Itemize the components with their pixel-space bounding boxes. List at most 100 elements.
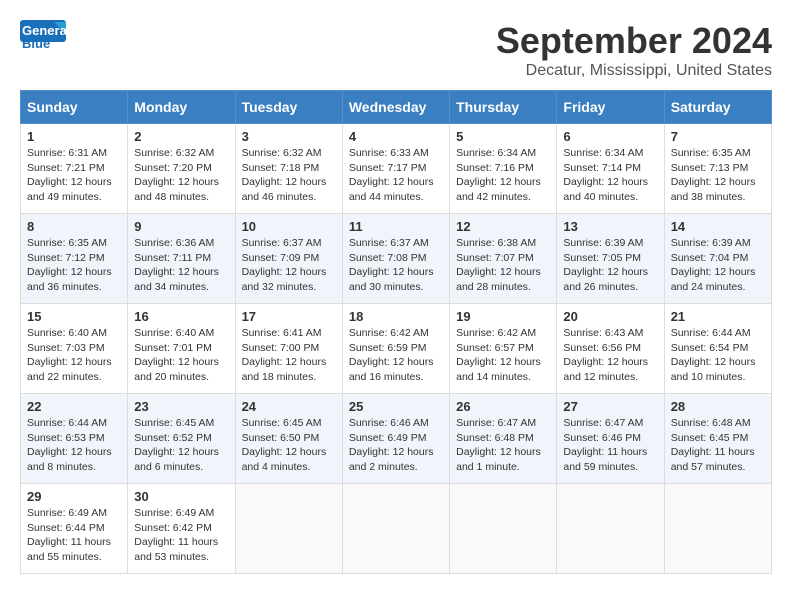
calendar-cell: 7 Sunrise: 6:35 AM Sunset: 7:13 PM Dayli… bbox=[664, 124, 771, 214]
day-number: 13 bbox=[563, 219, 657, 234]
calendar-cell bbox=[557, 484, 664, 574]
day-info: Sunrise: 6:41 AM Sunset: 7:00 PM Dayligh… bbox=[242, 326, 336, 385]
weekday-header-sunday: Sunday bbox=[21, 91, 128, 124]
calendar-cell bbox=[342, 484, 449, 574]
day-number: 27 bbox=[563, 399, 657, 414]
calendar-cell: 27 Sunrise: 6:47 AM Sunset: 6:46 PM Dayl… bbox=[557, 394, 664, 484]
calendar-cell: 30 Sunrise: 6:49 AM Sunset: 6:42 PM Dayl… bbox=[128, 484, 235, 574]
day-info: Sunrise: 6:43 AM Sunset: 6:56 PM Dayligh… bbox=[563, 326, 657, 385]
calendar-week-1: 1 Sunrise: 6:31 AM Sunset: 7:21 PM Dayli… bbox=[21, 124, 772, 214]
day-info: Sunrise: 6:44 AM Sunset: 6:53 PM Dayligh… bbox=[27, 416, 121, 475]
calendar-cell: 28 Sunrise: 6:48 AM Sunset: 6:45 PM Dayl… bbox=[664, 394, 771, 484]
day-number: 18 bbox=[349, 309, 443, 324]
weekday-header-row: SundayMondayTuesdayWednesdayThursdayFrid… bbox=[21, 91, 772, 124]
day-info: Sunrise: 6:38 AM Sunset: 7:07 PM Dayligh… bbox=[456, 236, 550, 295]
calendar-cell: 16 Sunrise: 6:40 AM Sunset: 7:01 PM Dayl… bbox=[128, 304, 235, 394]
calendar-cell: 18 Sunrise: 6:42 AM Sunset: 6:59 PM Dayl… bbox=[342, 304, 449, 394]
day-number: 1 bbox=[27, 129, 121, 144]
day-info: Sunrise: 6:40 AM Sunset: 7:01 PM Dayligh… bbox=[134, 326, 228, 385]
calendar-cell: 13 Sunrise: 6:39 AM Sunset: 7:05 PM Dayl… bbox=[557, 214, 664, 304]
day-number: 10 bbox=[242, 219, 336, 234]
calendar-cell: 12 Sunrise: 6:38 AM Sunset: 7:07 PM Dayl… bbox=[450, 214, 557, 304]
weekday-header-friday: Friday bbox=[557, 91, 664, 124]
day-info: Sunrise: 6:32 AM Sunset: 7:20 PM Dayligh… bbox=[134, 146, 228, 205]
day-info: Sunrise: 6:39 AM Sunset: 7:04 PM Dayligh… bbox=[671, 236, 765, 295]
logo: General Blue bbox=[20, 20, 70, 64]
day-info: Sunrise: 6:48 AM Sunset: 6:45 PM Dayligh… bbox=[671, 416, 765, 475]
weekday-header-thursday: Thursday bbox=[450, 91, 557, 124]
page-header: General Blue September 2024 Decatur, Mis… bbox=[20, 20, 772, 80]
day-number: 21 bbox=[671, 309, 765, 324]
calendar-cell: 24 Sunrise: 6:45 AM Sunset: 6:50 PM Dayl… bbox=[235, 394, 342, 484]
day-number: 23 bbox=[134, 399, 228, 414]
calendar-cell: 4 Sunrise: 6:33 AM Sunset: 7:17 PM Dayli… bbox=[342, 124, 449, 214]
calendar-cell: 1 Sunrise: 6:31 AM Sunset: 7:21 PM Dayli… bbox=[21, 124, 128, 214]
calendar-cell: 10 Sunrise: 6:37 AM Sunset: 7:09 PM Dayl… bbox=[235, 214, 342, 304]
calendar-cell: 8 Sunrise: 6:35 AM Sunset: 7:12 PM Dayli… bbox=[21, 214, 128, 304]
calendar-cell bbox=[664, 484, 771, 574]
day-info: Sunrise: 6:37 AM Sunset: 7:08 PM Dayligh… bbox=[349, 236, 443, 295]
day-number: 2 bbox=[134, 129, 228, 144]
day-number: 8 bbox=[27, 219, 121, 234]
day-number: 22 bbox=[27, 399, 121, 414]
svg-text:Blue: Blue bbox=[22, 36, 50, 51]
calendar-week-4: 22 Sunrise: 6:44 AM Sunset: 6:53 PM Dayl… bbox=[21, 394, 772, 484]
day-info: Sunrise: 6:34 AM Sunset: 7:14 PM Dayligh… bbox=[563, 146, 657, 205]
day-number: 24 bbox=[242, 399, 336, 414]
calendar-cell: 15 Sunrise: 6:40 AM Sunset: 7:03 PM Dayl… bbox=[21, 304, 128, 394]
calendar-cell: 6 Sunrise: 6:34 AM Sunset: 7:14 PM Dayli… bbox=[557, 124, 664, 214]
calendar-cell: 23 Sunrise: 6:45 AM Sunset: 6:52 PM Dayl… bbox=[128, 394, 235, 484]
day-number: 30 bbox=[134, 489, 228, 504]
calendar-cell: 3 Sunrise: 6:32 AM Sunset: 7:18 PM Dayli… bbox=[235, 124, 342, 214]
day-info: Sunrise: 6:31 AM Sunset: 7:21 PM Dayligh… bbox=[27, 146, 121, 205]
calendar-table: SundayMondayTuesdayWednesdayThursdayFrid… bbox=[20, 90, 772, 574]
day-info: Sunrise: 6:33 AM Sunset: 7:17 PM Dayligh… bbox=[349, 146, 443, 205]
logo-icon: General Blue bbox=[20, 20, 70, 64]
weekday-header-saturday: Saturday bbox=[664, 91, 771, 124]
day-number: 7 bbox=[671, 129, 765, 144]
day-info: Sunrise: 6:45 AM Sunset: 6:52 PM Dayligh… bbox=[134, 416, 228, 475]
day-number: 15 bbox=[27, 309, 121, 324]
weekday-header-wednesday: Wednesday bbox=[342, 91, 449, 124]
day-info: Sunrise: 6:46 AM Sunset: 6:49 PM Dayligh… bbox=[349, 416, 443, 475]
calendar-cell: 19 Sunrise: 6:42 AM Sunset: 6:57 PM Dayl… bbox=[450, 304, 557, 394]
day-number: 12 bbox=[456, 219, 550, 234]
calendar-cell: 14 Sunrise: 6:39 AM Sunset: 7:04 PM Dayl… bbox=[664, 214, 771, 304]
weekday-header-tuesday: Tuesday bbox=[235, 91, 342, 124]
day-number: 16 bbox=[134, 309, 228, 324]
day-info: Sunrise: 6:34 AM Sunset: 7:16 PM Dayligh… bbox=[456, 146, 550, 205]
calendar-cell: 22 Sunrise: 6:44 AM Sunset: 6:53 PM Dayl… bbox=[21, 394, 128, 484]
calendar-cell: 9 Sunrise: 6:36 AM Sunset: 7:11 PM Dayli… bbox=[128, 214, 235, 304]
calendar-cell: 5 Sunrise: 6:34 AM Sunset: 7:16 PM Dayli… bbox=[450, 124, 557, 214]
day-number: 17 bbox=[242, 309, 336, 324]
calendar-cell: 11 Sunrise: 6:37 AM Sunset: 7:08 PM Dayl… bbox=[342, 214, 449, 304]
day-number: 19 bbox=[456, 309, 550, 324]
calendar-week-2: 8 Sunrise: 6:35 AM Sunset: 7:12 PM Dayli… bbox=[21, 214, 772, 304]
calendar-cell: 17 Sunrise: 6:41 AM Sunset: 7:00 PM Dayl… bbox=[235, 304, 342, 394]
day-info: Sunrise: 6:49 AM Sunset: 6:42 PM Dayligh… bbox=[134, 506, 228, 565]
calendar-cell: 21 Sunrise: 6:44 AM Sunset: 6:54 PM Dayl… bbox=[664, 304, 771, 394]
calendar-week-5: 29 Sunrise: 6:49 AM Sunset: 6:44 PM Dayl… bbox=[21, 484, 772, 574]
calendar-cell: 25 Sunrise: 6:46 AM Sunset: 6:49 PM Dayl… bbox=[342, 394, 449, 484]
day-info: Sunrise: 6:45 AM Sunset: 6:50 PM Dayligh… bbox=[242, 416, 336, 475]
calendar-cell bbox=[450, 484, 557, 574]
day-info: Sunrise: 6:32 AM Sunset: 7:18 PM Dayligh… bbox=[242, 146, 336, 205]
day-info: Sunrise: 6:42 AM Sunset: 6:59 PM Dayligh… bbox=[349, 326, 443, 385]
day-info: Sunrise: 6:35 AM Sunset: 7:12 PM Dayligh… bbox=[27, 236, 121, 295]
day-number: 29 bbox=[27, 489, 121, 504]
day-info: Sunrise: 6:49 AM Sunset: 6:44 PM Dayligh… bbox=[27, 506, 121, 565]
weekday-header-monday: Monday bbox=[128, 91, 235, 124]
day-number: 14 bbox=[671, 219, 765, 234]
calendar-cell bbox=[235, 484, 342, 574]
day-info: Sunrise: 6:35 AM Sunset: 7:13 PM Dayligh… bbox=[671, 146, 765, 205]
calendar-cell: 20 Sunrise: 6:43 AM Sunset: 6:56 PM Dayl… bbox=[557, 304, 664, 394]
day-info: Sunrise: 6:42 AM Sunset: 6:57 PM Dayligh… bbox=[456, 326, 550, 385]
calendar-cell: 26 Sunrise: 6:47 AM Sunset: 6:48 PM Dayl… bbox=[450, 394, 557, 484]
day-info: Sunrise: 6:37 AM Sunset: 7:09 PM Dayligh… bbox=[242, 236, 336, 295]
day-info: Sunrise: 6:47 AM Sunset: 6:46 PM Dayligh… bbox=[563, 416, 657, 475]
day-number: 6 bbox=[563, 129, 657, 144]
day-number: 3 bbox=[242, 129, 336, 144]
day-number: 5 bbox=[456, 129, 550, 144]
title-area: September 2024 Decatur, Mississippi, Uni… bbox=[496, 20, 772, 80]
calendar-week-3: 15 Sunrise: 6:40 AM Sunset: 7:03 PM Dayl… bbox=[21, 304, 772, 394]
